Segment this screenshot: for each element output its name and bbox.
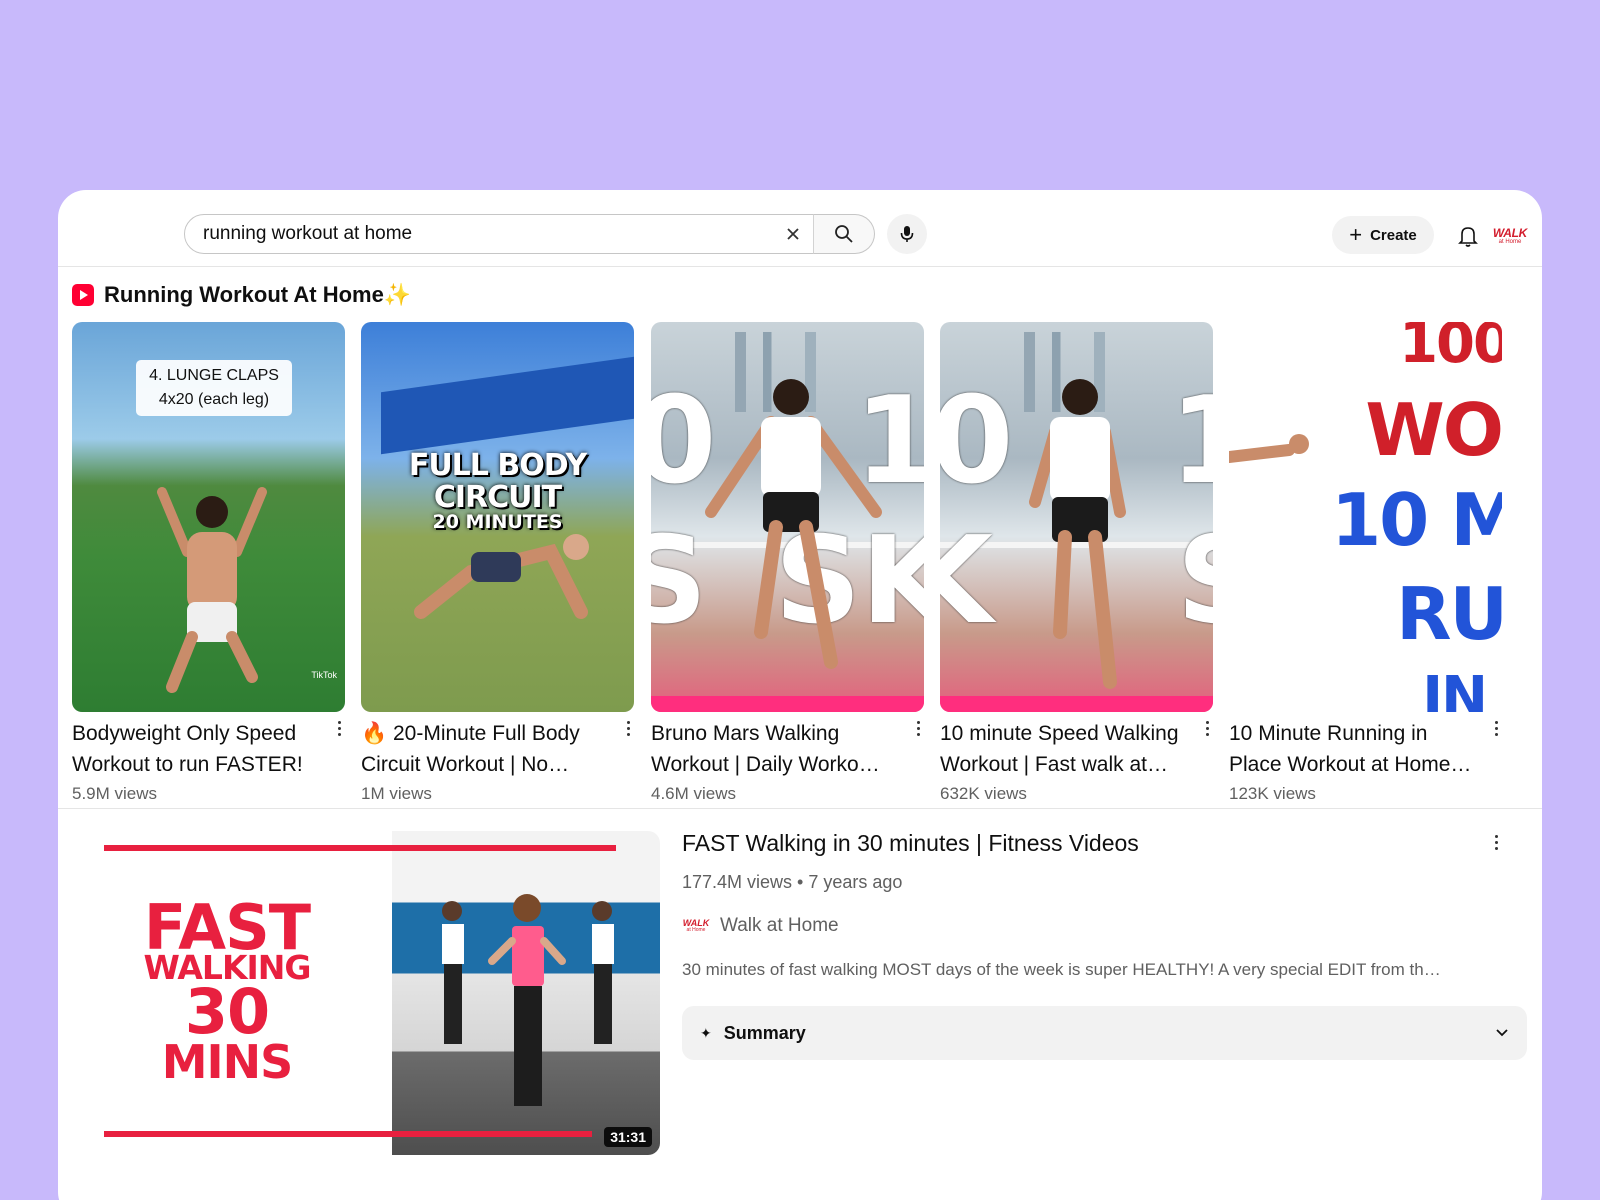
search-input[interactable]: running workout at home	[184, 214, 814, 254]
top-bar: running workout at home + Create WALK at…	[58, 190, 1542, 267]
thumbnail-caption: 4. LUNGE CLAPS 4x20 (each leg)	[136, 360, 292, 416]
thumb-line-3: 30	[184, 975, 270, 1048]
avatar-subtext: at Home	[1498, 239, 1522, 245]
red-line-bottom	[104, 1131, 392, 1137]
more-options-icon[interactable]	[1490, 830, 1502, 854]
overlay-text-bottom-left: K	[940, 512, 993, 651]
thumbnail-photo-panel: 31:31	[392, 831, 660, 1155]
summary-label: Summary	[723, 1022, 806, 1043]
summary-button[interactable]: ✦ Summary	[682, 1006, 1527, 1060]
canopy-shape	[381, 355, 634, 455]
short-card[interactable]: FULL BODY CIRCUIT 20 MINUTES 🔥 20-Minute…	[361, 322, 634, 803]
short-views: 1M views	[361, 784, 432, 803]
short-thumbnail[interactable]: 0 1 S SK	[651, 322, 924, 712]
short-title[interactable]: 10 Minute Running in Place Workout at Ho…	[1229, 718, 1474, 780]
video-thumbnail[interactable]: FAST WALKING 30 MINS 31:31	[72, 831, 660, 1155]
short-views: 4.6M views	[651, 784, 737, 803]
short-thumbnail[interactable]: 4. LUNGE CLAPS 4x20 (each leg) TikTok	[72, 322, 345, 712]
tiktok-watermark: TikTok	[311, 670, 337, 680]
more-options-icon[interactable]	[622, 716, 634, 740]
short-views: 632K views	[940, 784, 1027, 803]
search-icon	[835, 225, 853, 243]
video-meta: 177.4M views • 7 years ago	[682, 872, 903, 892]
browser-window: running workout at home + Create WALK at…	[58, 190, 1542, 1200]
channel-avatar-subtext: at Home	[686, 927, 706, 933]
short-card[interactable]: 0 1 K S 10 minute Speed Walking Workout …	[940, 322, 1213, 803]
channel-avatar[interactable]: WALK at Home	[682, 916, 710, 936]
athlete-figure	[157, 487, 267, 693]
video-description: 30 minutes of fast walking MOST days of …	[682, 960, 1441, 979]
short-card[interactable]: 4. LUNGE CLAPS 4x20 (each leg) TikTok Bo…	[72, 322, 345, 803]
short-title[interactable]: Bodyweight Only Speed Workout to run FAS…	[72, 718, 317, 780]
bell-icon	[1458, 227, 1478, 247]
red-line-top	[392, 845, 616, 851]
notifications-button[interactable]	[1450, 218, 1486, 254]
arm-figure	[1229, 434, 1309, 463]
channel-link[interactable]: WALK at Home Walk at Home	[682, 915, 839, 937]
more-options-icon[interactable]	[333, 716, 345, 740]
caption-line-1: 4. LUNGE CLAPS	[149, 367, 279, 384]
channel-name[interactable]: Walk at Home	[720, 915, 839, 937]
short-views: 123K views	[1229, 784, 1316, 803]
duration-badge: 31:31	[604, 1127, 652, 1147]
overlay-text-bottom-right: S	[1177, 522, 1213, 642]
instructors-figure	[442, 894, 614, 1106]
avatar[interactable]: WALK at Home	[1492, 224, 1528, 248]
red-line-bottom	[392, 1131, 592, 1137]
overlay-line: WO	[1365, 388, 1502, 472]
avatar-text: WALK	[1492, 226, 1528, 240]
sparkle-icon: ✦	[700, 1024, 712, 1041]
thumbnail-overlay: FULL BODY CIRCUIT 20 MINUTES	[371, 450, 624, 533]
short-thumbnail[interactable]: 100 WO 10 M RU IN	[1229, 322, 1502, 712]
overlay-line: 10 M	[1331, 478, 1502, 562]
walker-figure	[1029, 379, 1126, 689]
search-button[interactable]	[813, 214, 875, 254]
overlay-line: 100	[1399, 322, 1502, 376]
caption-line-2: 4x20 (each leg)	[158, 391, 270, 408]
short-thumbnail[interactable]: FULL BODY CIRCUIT 20 MINUTES	[361, 322, 634, 712]
short-thumbnail[interactable]: 0 1 K S	[940, 322, 1213, 712]
pink-floor-bar	[651, 696, 924, 712]
create-button[interactable]: + Create	[1332, 216, 1434, 254]
overlay-line: RU	[1396, 572, 1502, 656]
video-title[interactable]: FAST Walking in 30 minutes | Fitness Vid…	[682, 830, 1139, 857]
more-options-icon[interactable]	[1201, 716, 1213, 740]
pink-floor-bar	[940, 696, 1213, 712]
overlay-line: IN	[1422, 665, 1488, 713]
short-card[interactable]: 0 1 S SK Bruno Mars Walking Workout | Da…	[651, 322, 924, 803]
overlay-line-1: FULL BODY CIRCUIT	[408, 448, 587, 515]
chevron-down-icon	[1496, 1029, 1508, 1037]
microphone-icon	[900, 226, 914, 242]
short-card[interactable]: 100 WO 10 M RU IN 10 Minute Running in P…	[1229, 322, 1502, 803]
short-title[interactable]: 10 minute Speed Walking Workout | Fast w…	[940, 718, 1185, 780]
overlay-text-right: 1	[1169, 372, 1214, 511]
section-divider	[58, 808, 1542, 809]
short-views: 5.9M views	[72, 784, 158, 803]
voice-search-button[interactable]	[887, 214, 927, 254]
create-label: Create	[1370, 226, 1417, 244]
shelf-title: Running Workout At Home✨	[104, 282, 412, 307]
more-options-icon[interactable]	[912, 716, 924, 740]
walker-figure	[705, 379, 882, 669]
shorts-icon	[72, 284, 94, 306]
plus-icon: +	[1349, 222, 1363, 247]
short-title[interactable]: Bruno Mars Walking Workout | Daily Worko…	[651, 718, 896, 780]
more-options-icon[interactable]	[1490, 716, 1502, 740]
shelf-header: Running Workout At Home✨	[72, 282, 411, 308]
thumbnail-title-panel: FAST WALKING 30 MINS	[72, 831, 392, 1155]
athlete-figure	[414, 534, 589, 619]
close-icon[interactable]	[773, 215, 813, 253]
thumb-line-4: MINS	[161, 1035, 294, 1089]
search-query[interactable]: running workout at home	[203, 223, 773, 245]
red-line-top	[104, 845, 392, 851]
short-title[interactable]: 🔥 20-Minute Full Body Circuit Workout | …	[361, 718, 606, 780]
